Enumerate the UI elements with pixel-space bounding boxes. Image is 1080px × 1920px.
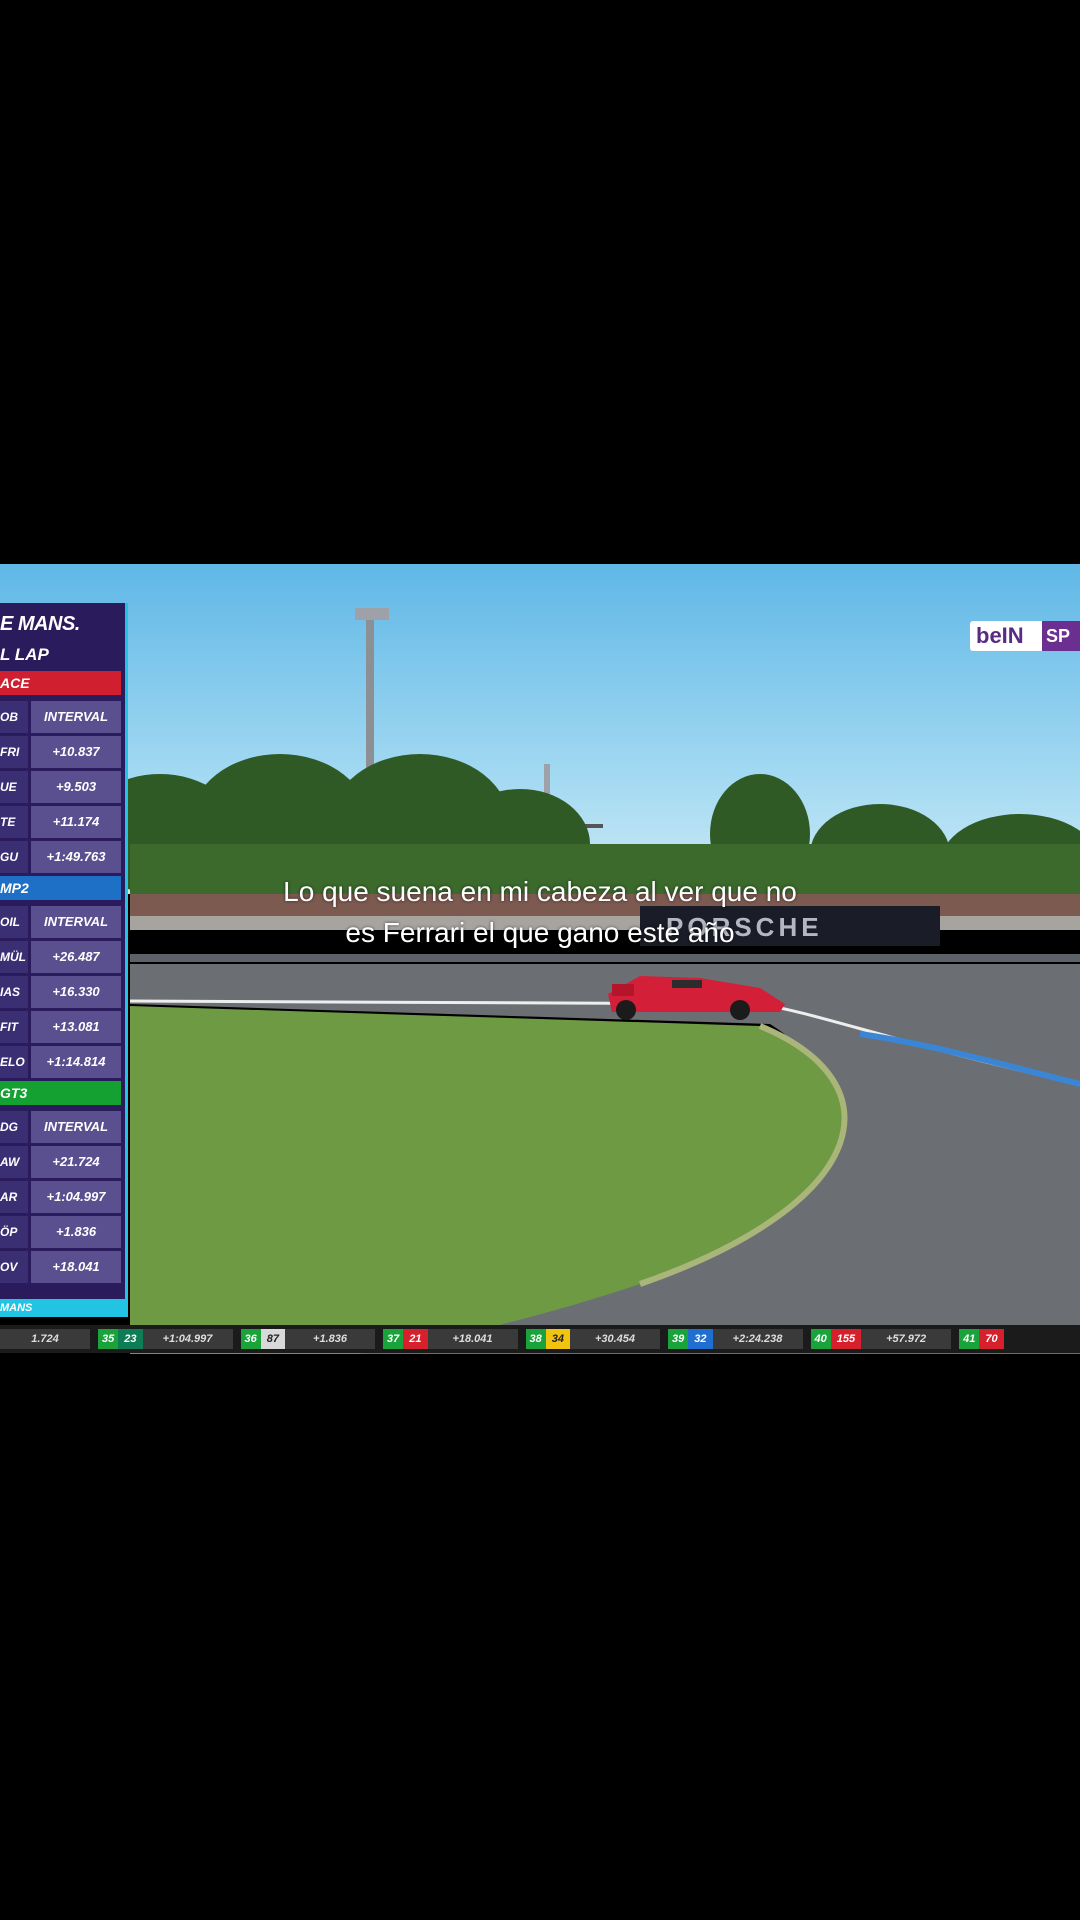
tower-row: TE +11.174 bbox=[0, 806, 125, 838]
ticker-car-number: 32 bbox=[688, 1329, 713, 1349]
interval-col-header: INTERVAL bbox=[31, 1111, 121, 1143]
tower-row: OV +18.041 bbox=[0, 1251, 125, 1283]
interval-col-header: INTERVAL bbox=[31, 701, 121, 733]
driver-code: AW bbox=[0, 1146, 28, 1178]
ticker-gap: +30.454 bbox=[570, 1329, 660, 1349]
tower-row: IAS +16.330 bbox=[0, 976, 125, 1008]
caption-line-2: es Ferrari el que gano este año bbox=[345, 917, 735, 948]
ticker-position: 39 bbox=[668, 1329, 689, 1349]
video-frame: PORSCHE beIN SP E MANS. L LAP ACE OB INT… bbox=[0, 564, 1080, 1354]
tower-footer: MANS bbox=[0, 1299, 125, 1317]
driver-code: AR bbox=[0, 1181, 28, 1213]
driver-code: TE bbox=[0, 806, 28, 838]
interval-value: +10.837 bbox=[31, 736, 121, 768]
interval-value: +13.081 bbox=[31, 1011, 121, 1043]
ticker-item: 39 32 +2:24.238 bbox=[668, 1329, 803, 1349]
interval-value: +1.836 bbox=[31, 1216, 121, 1248]
ticker-item: 40 155 +57.972 bbox=[810, 1329, 952, 1349]
broadcaster-logo: beIN SP bbox=[970, 621, 1080, 651]
ticker-item: 37 21 +18.041 bbox=[383, 1329, 518, 1349]
interval-value: +16.330 bbox=[31, 976, 121, 1008]
tower-row: AR +1:04.997 bbox=[0, 1181, 125, 1213]
driver-code: FRI bbox=[0, 736, 28, 768]
ticker-position: 38 bbox=[525, 1329, 546, 1349]
ticker-position: 37 bbox=[383, 1329, 404, 1349]
ticker-car-number: 21 bbox=[403, 1329, 428, 1349]
interval-value: +9.503 bbox=[31, 771, 121, 803]
ticker-item: 1.724 bbox=[0, 1329, 90, 1349]
ticker-gap: 1.724 bbox=[0, 1329, 90, 1349]
ticker-car-number: 87 bbox=[260, 1329, 285, 1349]
ticker-gap: +57.972 bbox=[861, 1329, 952, 1349]
timing-ticker: 1.724 35 23 +1:04.997 36 87 +1.836 37 21 +18.0… bbox=[0, 1325, 1080, 1353]
tower-row: AW +21.724 bbox=[0, 1146, 125, 1178]
tower-brand: E MANS. bbox=[0, 613, 80, 635]
interval-value: +11.174 bbox=[31, 806, 121, 838]
logo-text-left: beIN bbox=[976, 623, 1024, 648]
interval-value: +18.041 bbox=[31, 1251, 121, 1283]
class-label-gt3: GT3 bbox=[0, 1081, 121, 1105]
driver-code: FIT bbox=[0, 1011, 28, 1043]
ticker-item: 38 34 +30.454 bbox=[525, 1329, 660, 1349]
caption-line-1: Lo que suena en mi cabeza al ver que no bbox=[283, 876, 797, 907]
driver-code: GU bbox=[0, 841, 28, 873]
ticker-item: 36 87 +1.836 bbox=[240, 1329, 375, 1349]
ticker-car-number: 155 bbox=[830, 1329, 862, 1349]
ticker-position: 41 bbox=[959, 1329, 980, 1349]
driver-code: OV bbox=[0, 1251, 28, 1283]
tower-row: ELO +1:14.814 bbox=[0, 1046, 125, 1078]
tower-row: FRI +10.837 bbox=[0, 736, 125, 768]
ticker-position: 36 bbox=[240, 1329, 261, 1349]
driver-code: ÖP bbox=[0, 1216, 28, 1248]
ticker-item: 41 70 bbox=[959, 1329, 1004, 1349]
interval-value: +1:14.814 bbox=[31, 1046, 121, 1078]
ticker-car-number: 34 bbox=[545, 1329, 570, 1349]
interval-value: +1:49.763 bbox=[31, 841, 121, 873]
ticker-car-number: 23 bbox=[118, 1329, 143, 1349]
ticker-position: 35 bbox=[98, 1329, 119, 1349]
ticker-gap: +2:24.238 bbox=[712, 1329, 803, 1349]
tower-row: FIT +13.081 bbox=[0, 1011, 125, 1043]
ticker-car-number: 70 bbox=[979, 1329, 1004, 1349]
ticker-gap: +1.836 bbox=[285, 1329, 375, 1349]
tower-row: UE +9.503 bbox=[0, 771, 125, 803]
interval-value: +21.724 bbox=[31, 1146, 121, 1178]
class-label-hypercar: ACE bbox=[0, 671, 121, 695]
ticker-item: 35 23 +1:04.997 bbox=[98, 1329, 233, 1349]
class-header-row: OB INTERVAL bbox=[0, 701, 125, 733]
driver-code: IAS bbox=[0, 976, 28, 1008]
ticker-gap: +18.041 bbox=[427, 1329, 518, 1349]
interval-value: +1:04.997 bbox=[31, 1181, 121, 1213]
tower-row: ÖP +1.836 bbox=[0, 1216, 125, 1248]
ticker-position: 40 bbox=[810, 1329, 831, 1349]
driver-code: ELO bbox=[0, 1046, 28, 1078]
driver-col-header: OB bbox=[0, 701, 28, 733]
driver-code: UE bbox=[0, 771, 28, 803]
race-scene bbox=[80, 608, 1080, 1354]
driver-col-header: DG bbox=[0, 1111, 28, 1143]
tower-subtitle: L LAP bbox=[0, 645, 49, 664]
timing-tower: E MANS. L LAP ACE OB INTERVAL FRI +10.837… bbox=[0, 603, 128, 1317]
class-header-row: DG INTERVAL bbox=[0, 1111, 125, 1143]
tower-row: GU +1:49.763 bbox=[0, 841, 125, 873]
logo-text-right: SP bbox=[1042, 621, 1080, 651]
ticker-gap: +1:04.997 bbox=[142, 1329, 233, 1349]
